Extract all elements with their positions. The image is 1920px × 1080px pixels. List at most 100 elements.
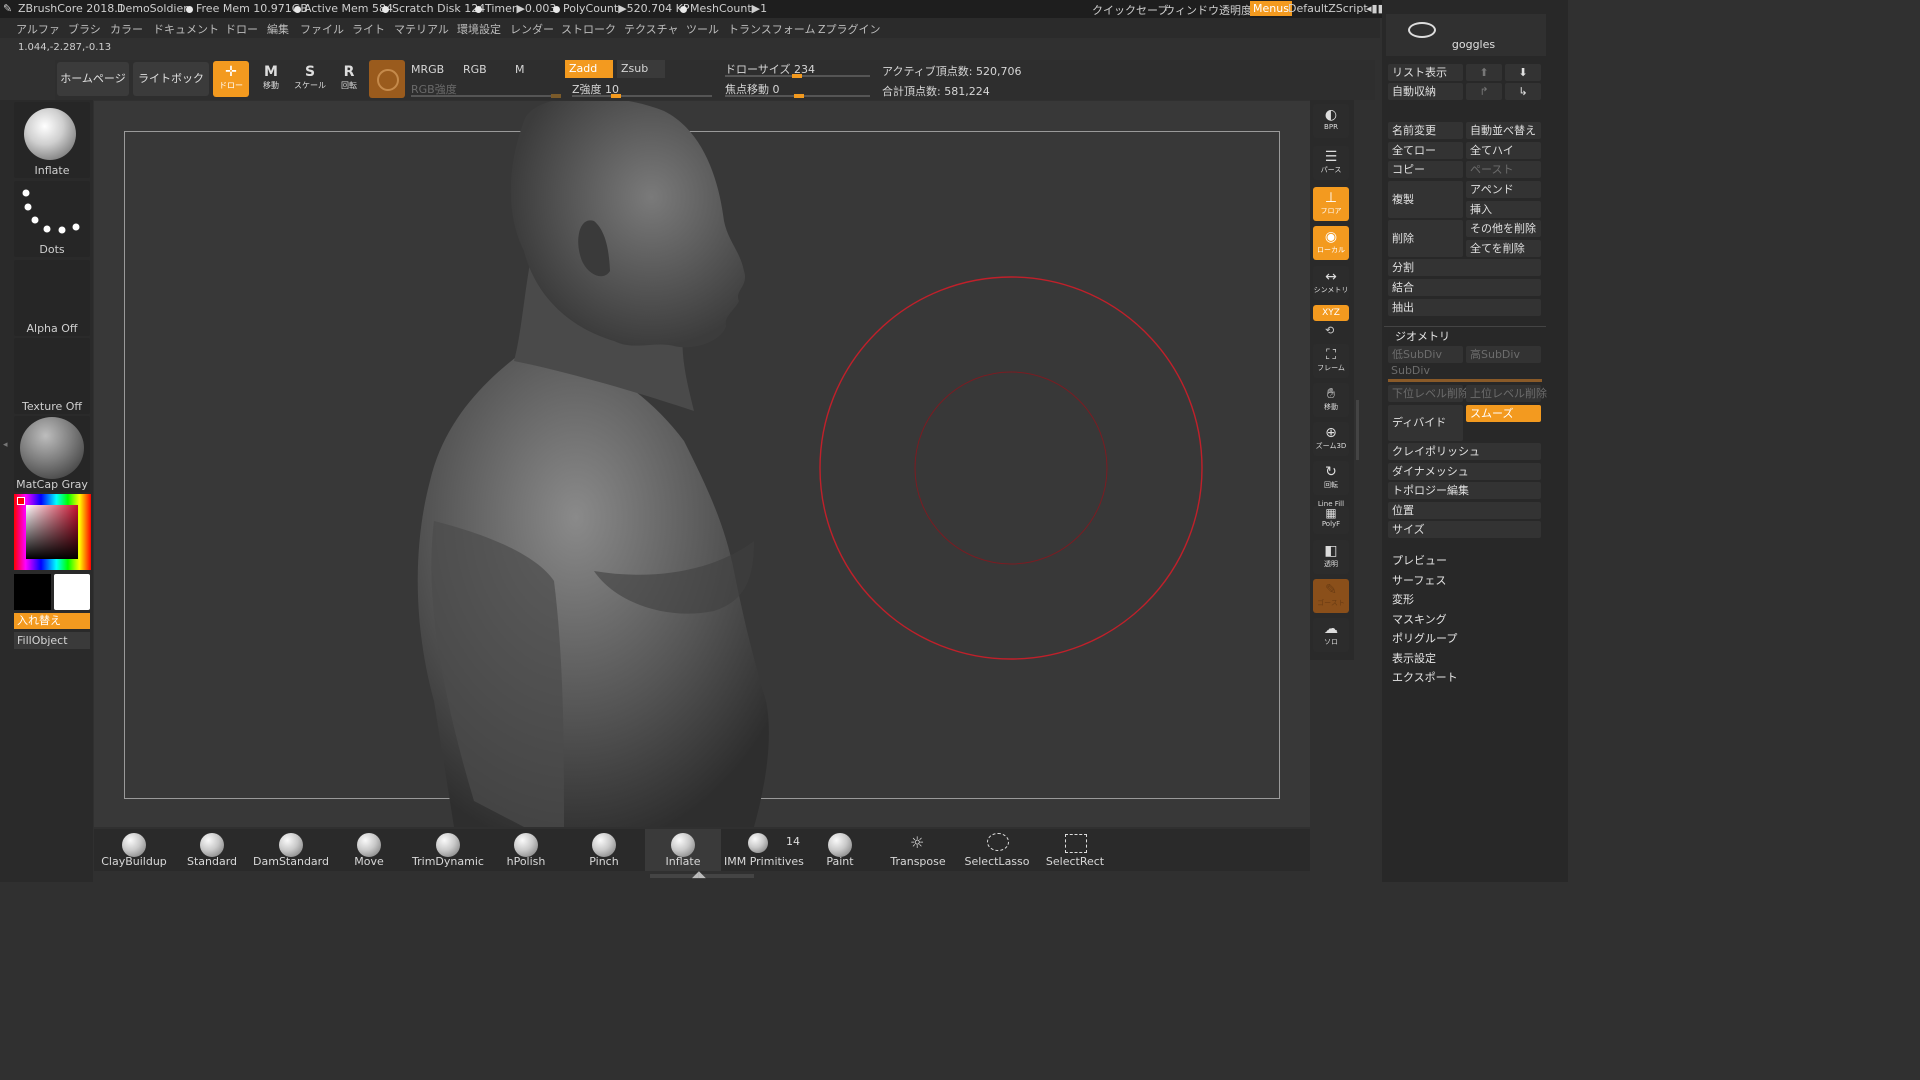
alpha-button[interactable]: Alpha Off: [14, 260, 90, 336]
bpr-button[interactable]: ◐ BPR: [1313, 104, 1349, 138]
delete-all-button[interactable]: 全てを削除: [1466, 240, 1541, 257]
frame-button[interactable]: ⛶ フレーム: [1313, 344, 1349, 378]
quicksave-button[interactable]: クイックセーブ: [1092, 2, 1168, 18]
perspective-button[interactable]: ☰ パース: [1313, 146, 1349, 180]
zsub-button[interactable]: Zsub: [617, 60, 665, 78]
rgb-intensity-slider[interactable]: RGB強度: [411, 81, 561, 98]
duplicate-button[interactable]: 複製: [1388, 181, 1463, 218]
brush-selectrect[interactable]: SelectRect: [1037, 829, 1113, 871]
move-down-arrow-button[interactable]: ↳: [1505, 83, 1541, 100]
brush-inflate[interactable]: Inflate: [645, 829, 721, 871]
z-intensity-slider[interactable]: Z強度 10: [572, 81, 712, 98]
arrow-down-button[interactable]: ⬇: [1505, 64, 1541, 81]
menu-document[interactable]: ドキュメント: [153, 21, 219, 37]
subdiv-slider[interactable]: SubDiv: [1388, 364, 1542, 382]
append-button[interactable]: アペンド: [1466, 181, 1541, 198]
brush-claybuildup[interactable]: ClayBuildup: [96, 829, 172, 871]
display-settings-section[interactable]: 表示設定: [1392, 650, 1436, 666]
focal-shift-slider[interactable]: 焦点移動 0: [725, 81, 870, 98]
rename-button[interactable]: 名前変更: [1388, 122, 1463, 139]
brush-paint[interactable]: Paint: [802, 829, 878, 871]
material-button[interactable]: MatCap Gray: [14, 416, 90, 492]
menu-tool[interactable]: ツール: [686, 21, 719, 37]
menu-render[interactable]: レンダー: [510, 21, 554, 37]
brush-transpose[interactable]: ☼ Transpose: [880, 829, 956, 871]
brush-trimdynamic[interactable]: TrimDynamic: [410, 829, 486, 871]
transparency-button[interactable]: ◧ 透明: [1313, 540, 1349, 574]
zadd-button[interactable]: Zadd: [565, 60, 613, 78]
arrow-up-button[interactable]: ⬆: [1466, 64, 1502, 81]
symmetry-button[interactable]: ↔ シンメトリ: [1313, 266, 1349, 300]
brush-hpolish[interactable]: hPolish: [488, 829, 564, 871]
menu-texture[interactable]: テクスチャ: [624, 21, 679, 37]
redo-arrow-button[interactable]: ↱: [1466, 83, 1502, 100]
scale-mode-button[interactable]: S スケール: [292, 61, 328, 97]
polygroups-section[interactable]: ポリグループ: [1392, 630, 1457, 646]
topology-button[interactable]: トポロジー編集: [1388, 482, 1541, 499]
menu-file[interactable]: ファイル: [300, 21, 344, 37]
move-view-button[interactable]: ✋︎ 移動: [1313, 383, 1349, 417]
material-sphere-button[interactable]: [369, 60, 405, 98]
brush-move[interactable]: Move: [331, 829, 407, 871]
surface-section[interactable]: サーフェス: [1392, 572, 1446, 588]
rgb-button[interactable]: RGB: [463, 62, 509, 78]
stroke-type-button[interactable]: Dots: [14, 181, 90, 257]
current-brush-button[interactable]: Inflate: [14, 102, 90, 178]
zscript-selector[interactable]: DefaultZScript: [1288, 2, 1368, 15]
lower-subdiv-button[interactable]: 低SubDiv: [1388, 346, 1463, 363]
solo-button[interactable]: ☁︎ ソロ: [1313, 618, 1349, 652]
geometry-title[interactable]: ジオメトリ: [1395, 328, 1450, 344]
auto-reorder-button[interactable]: 自動並べ替え: [1466, 122, 1541, 139]
brush-selectlasso[interactable]: SelectLasso: [959, 829, 1035, 871]
export-section[interactable]: エクスポート: [1392, 669, 1458, 685]
menu-material[interactable]: マテリアル: [394, 21, 449, 37]
brush-standard[interactable]: Standard: [174, 829, 250, 871]
menu-zplugin[interactable]: Zプラグイン: [818, 21, 881, 37]
insert-button[interactable]: 挿入: [1466, 201, 1541, 218]
swap-colors-button[interactable]: 入れ替え: [14, 613, 90, 629]
menu-brush[interactable]: ブラシ: [68, 21, 101, 37]
merge-button[interactable]: 結合: [1388, 279, 1541, 296]
delete-other-button[interactable]: その他を削除: [1466, 220, 1541, 237]
position-button[interactable]: 位置: [1388, 502, 1541, 519]
deformation-section[interactable]: 変形: [1392, 591, 1414, 607]
dynamesh-button[interactable]: ダイナメッシュ: [1388, 463, 1541, 480]
local-button[interactable]: ◉ ローカル: [1313, 226, 1349, 260]
menus-button[interactable]: Menus: [1250, 1, 1292, 16]
delete-higher-button[interactable]: 上位レベル削除: [1466, 385, 1547, 402]
delete-lower-button[interactable]: 下位レベル削除: [1388, 385, 1469, 402]
m-button[interactable]: M: [515, 62, 561, 78]
move-mode-button[interactable]: M 移動: [253, 61, 289, 97]
xyz-button[interactable]: XYZ: [1313, 305, 1349, 321]
zoom3d-button[interactable]: ⊕ ズーム3D: [1313, 422, 1349, 456]
draw-mode-button[interactable]: ✛ ドロー: [213, 61, 249, 97]
menu-transform[interactable]: トランスフォーム: [728, 21, 815, 37]
list-view-button[interactable]: リスト表示: [1388, 64, 1463, 81]
menu-light[interactable]: ライト: [352, 21, 385, 37]
mrgb-button[interactable]: MRGB: [411, 62, 457, 78]
texture-button[interactable]: Texture Off: [14, 338, 90, 414]
menu-color[interactable]: カラー: [110, 21, 143, 37]
expand-arrow-icon[interactable]: ◢◣: [692, 870, 706, 880]
auto-collapse-button[interactable]: 自動収納: [1388, 83, 1463, 100]
polyframe-button[interactable]: ▦ PolyF: [1313, 506, 1349, 534]
menu-edit[interactable]: 編集: [267, 21, 289, 37]
menu-preferences[interactable]: 環境設定: [457, 21, 501, 37]
menu-alpha[interactable]: アルファ: [16, 21, 60, 37]
right-shelf-scrollbar[interactable]: [1356, 400, 1359, 460]
menu-stroke[interactable]: ストローク: [561, 21, 616, 37]
menu-draw[interactable]: ドロー: [225, 21, 258, 37]
higher-subdiv-button[interactable]: 高SubDiv: [1466, 346, 1541, 363]
lightbox-button[interactable]: ライトボックス: [133, 62, 209, 119]
claypolish-button[interactable]: クレイポリッシュ: [1388, 443, 1541, 460]
primary-color-swatch[interactable]: [54, 574, 90, 610]
rotate-axis-icon[interactable]: ⟲: [1325, 324, 1334, 337]
all-low-button[interactable]: 全てロー: [1388, 142, 1463, 159]
split-button[interactable]: 分割: [1388, 259, 1541, 276]
delete-button[interactable]: 削除: [1388, 220, 1463, 257]
copy-button[interactable]: コピー: [1388, 161, 1463, 178]
color-square[interactable]: [26, 505, 78, 559]
draw-size-slider[interactable]: ドローサイズ 234: [725, 61, 870, 78]
viewport-canvas[interactable]: [94, 101, 1310, 827]
divide-button[interactable]: ディバイド: [1388, 405, 1463, 441]
